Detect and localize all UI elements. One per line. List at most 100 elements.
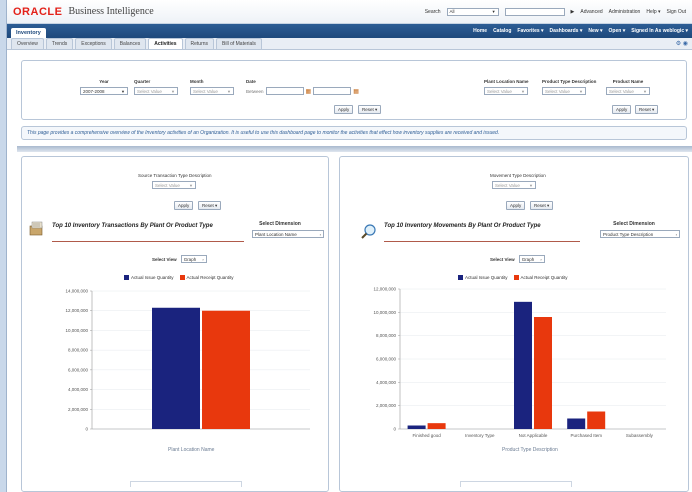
y-tick-label: 10,000,000 <box>65 328 88 333</box>
favorites-menu[interactable]: Favorites ▾ <box>517 28 543 34</box>
product-name: Business Intelligence <box>68 6 154 17</box>
page-options-icon[interactable]: ⚙ ◉ <box>676 40 692 47</box>
legend-receipt-swatch <box>179 275 185 281</box>
legend-issue-swatch <box>124 275 129 281</box>
dashboards-menu[interactable]: Dashboards ▾ <box>550 28 583 34</box>
tab-exceptions[interactable]: Exceptions <box>75 38 112 49</box>
plant-prompt: Plant Location Name Select Value ▼ <box>484 79 529 95</box>
left-dimension-select[interactable]: Plant Location Name › <box>252 230 324 238</box>
right-view-selector: Select View Graph › <box>490 255 545 263</box>
movement-type-select[interactable]: Select Value ▼ <box>492 181 536 189</box>
sign-out-link[interactable]: Sign Out <box>667 9 686 15</box>
tab-overview[interactable]: Overview <box>11 38 44 49</box>
date-operator: Between <box>246 88 264 94</box>
title-underline <box>384 241 580 242</box>
source-type-select[interactable]: Select Value ▼ <box>152 181 196 189</box>
product-type-select[interactable]: Select Value ▼ <box>542 87 586 95</box>
date-label: Date <box>246 79 256 84</box>
tab-activities[interactable]: Activities <box>148 38 183 49</box>
tab-trends[interactable]: Trends <box>45 38 74 49</box>
help-menu[interactable]: Help ▾ <box>646 9 660 15</box>
x-tick-label: Inventory Type <box>465 433 495 438</box>
left-apply-button[interactable]: Apply <box>174 201 194 210</box>
x-tick-label: Purchased Item <box>570 433 602 438</box>
new-menu[interactable]: New ▾ <box>588 28 602 34</box>
left-view-value: Graph <box>183 256 197 262</box>
legend-receipt-swatch <box>513 275 519 281</box>
page: ORACLE Business Intelligence Search All ▼… <box>6 0 692 492</box>
bar <box>427 423 446 429</box>
signed-in-menu[interactable]: Signed In As weblogic ▾ <box>631 28 688 34</box>
legend-receipt: Actual Receipt Quantity <box>179 275 234 281</box>
right-reset-button[interactable]: Reset ▾ <box>530 201 554 210</box>
section-divider <box>17 146 692 152</box>
prompt-reset-button[interactable]: Reset ▾ <box>358 105 382 114</box>
prompt2-apply-button[interactable]: Apply <box>612 105 632 114</box>
movement-type-label: Movement Type Description <box>490 173 546 178</box>
chevron-right-icon: › <box>540 256 542 262</box>
advanced-link[interactable]: Advanced <box>580 9 602 15</box>
right-apply-button[interactable]: Apply <box>506 201 526 210</box>
search-scope-select[interactable]: All ▼ <box>446 7 499 16</box>
x-tick-label: Subassembly <box>626 433 654 438</box>
legend-issue: Actual Issue Quantity <box>124 275 174 281</box>
left-pager[interactable] <box>130 481 242 487</box>
plant-select[interactable]: Select Value ▼ <box>484 87 528 95</box>
calendar-icon[interactable]: ▦ <box>353 88 359 95</box>
chevron-right-icon: › <box>202 256 204 262</box>
open-menu[interactable]: Open ▾ <box>609 28 626 34</box>
right-view-select[interactable]: Graph › <box>518 255 545 263</box>
date-from-input[interactable] <box>265 87 304 95</box>
search-input[interactable] <box>504 7 565 16</box>
right-pager[interactable] <box>460 481 572 487</box>
product-name-select[interactable]: Select Value ▼ <box>606 87 650 95</box>
month-select[interactable]: Select Value ▼ <box>190 87 234 95</box>
global-header-links: Search All ▼ ▶ Advanced Administration He… <box>424 7 686 16</box>
right-view-value: Graph <box>521 256 535 262</box>
year-select[interactable]: 2007-2008 ▼ <box>80 87 128 95</box>
right-dimension-select[interactable]: Product Type Description › <box>600 230 680 238</box>
right-x-axis-label: Product Type Description <box>502 447 558 453</box>
transactions-panel: Source Transaction Type Description Sele… <box>21 156 329 492</box>
left-view-select[interactable]: Graph › <box>180 255 207 263</box>
administration-link[interactable]: Administration <box>609 9 641 15</box>
y-tick-label: 2,000,000 <box>68 407 89 412</box>
year-value: 2007-2008 <box>83 88 105 94</box>
legend-issue-label: Actual Issue Quantity <box>131 275 174 280</box>
y-tick-label: 12,000,000 <box>373 287 396 292</box>
movements-title: Top 10 Inventory Movements By Plant Or P… <box>384 223 541 229</box>
source-type-value: Select Value <box>155 182 180 188</box>
prompt-apply-button[interactable]: Apply <box>334 105 354 114</box>
tab-bill-of-materials[interactable]: Bill of Materials <box>216 38 262 49</box>
search-label: Search <box>424 8 441 15</box>
tab-returns[interactable]: Returns <box>184 38 215 49</box>
chevron-down-icon: ▼ <box>121 88 125 94</box>
chevron-down-icon: ▼ <box>491 9 496 14</box>
catalog-link[interactable]: Catalog <box>493 28 511 34</box>
year-prompt: Year 2007-2008 ▼ <box>80 79 128 95</box>
prompt2-reset-button[interactable]: Reset ▾ <box>635 105 659 114</box>
calendar-icon[interactable]: ▦ <box>306 88 312 95</box>
bar <box>587 411 606 429</box>
search-go-icon[interactable]: ▶ <box>571 9 575 15</box>
y-tick-label: 10,000,000 <box>373 310 396 315</box>
left-dimension-value: Plant Location Name <box>255 231 297 237</box>
home-link[interactable]: Home <box>473 28 487 34</box>
tab-balances[interactable]: Balances <box>113 38 147 49</box>
left-reset-button[interactable]: Reset ▾ <box>198 201 222 210</box>
month-prompt: Month Select Value ▼ <box>190 79 234 95</box>
y-tick-label: 4,000,000 <box>68 387 89 392</box>
plant-value: Select Value <box>487 88 512 94</box>
movement-type-prompt: Movement Type Description Select Value ▼ <box>490 173 546 189</box>
left-dimension-label: Select Dimension <box>259 221 301 227</box>
transactions-chart: 0 2,000,000 4,000,000 6,000,000 8,000,000 10,… <box>65 289 310 432</box>
date-to-input[interactable] <box>313 87 352 95</box>
dashboard-title: Inventory <box>11 28 46 38</box>
quarter-prompt: Quarter Select Value ▼ <box>134 79 178 95</box>
chevron-down-icon: ▼ <box>521 88 525 94</box>
chevron-down-icon: ▼ <box>227 88 231 94</box>
legend-receipt-label: Actual Receipt Quantity <box>186 275 234 280</box>
quarter-select[interactable]: Select Value ▼ <box>134 87 178 95</box>
legend-receipt: Actual Receipt Quantity <box>513 275 568 281</box>
product-type-prompt: Product Type Description Select Value ▼ <box>542 79 596 95</box>
